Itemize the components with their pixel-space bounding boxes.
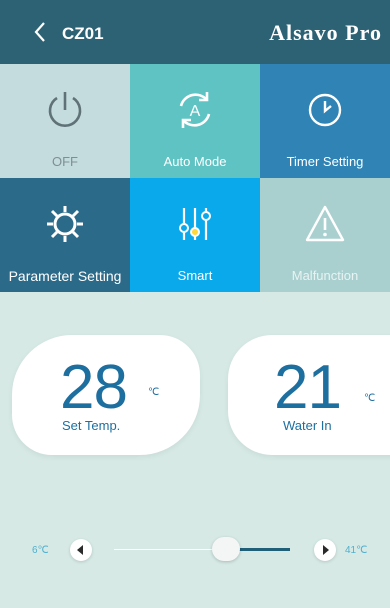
malfunction-tile[interactable]: Malfunction — [260, 178, 390, 292]
temp-slider-track[interactable] — [114, 549, 226, 550]
back-icon[interactable] — [28, 18, 56, 46]
smart-label: Smart — [177, 268, 213, 283]
water-in-unit: ℃ — [364, 393, 376, 404]
slider-min-label: 6℃ — [32, 545, 49, 556]
auto-mode-tile[interactable]: A Auto Mode — [130, 64, 260, 178]
decrease-temp-button[interactable] — [70, 539, 92, 561]
off-tile[interactable]: OFF — [0, 64, 130, 178]
slider-max-label: 41℃ — [345, 545, 368, 556]
increase-temp-button[interactable] — [314, 539, 336, 561]
right-arrow-icon — [323, 545, 329, 555]
gear-icon — [0, 202, 130, 246]
parameter-setting-label: Parameter Setting — [8, 268, 122, 284]
malfunction-label: Malfunction — [291, 268, 359, 283]
parameter-setting-tile[interactable]: Parameter Setting — [0, 178, 130, 292]
timer-setting-tile[interactable]: Timer Setting — [260, 64, 390, 178]
mode-grid: OFF A Auto Mode Timer Setting Parameter … — [0, 64, 390, 292]
set-temp-unit: ℃ — [148, 387, 160, 398]
temp-slider-thumb[interactable] — [212, 537, 240, 561]
svg-text:A: A — [190, 103, 201, 120]
set-temp-value: 28 — [60, 353, 128, 422]
water-in-value: 21 — [274, 353, 342, 422]
smart-tile[interactable]: Smart — [130, 178, 260, 292]
set-temp-label: Set Temp. — [62, 418, 121, 433]
device-name: CZ01 — [62, 24, 104, 43]
power-icon — [0, 88, 130, 132]
clock-icon — [260, 88, 390, 132]
water-in-label: Water In — [283, 418, 332, 433]
set-temp-card[interactable]: 28 ℃ Set Temp. — [12, 335, 200, 455]
water-in-card: 21 ℃ Water In — [228, 335, 390, 455]
brand-title: Alsavo Pro — [269, 20, 382, 45]
app-header: CZ01 Alsavo Pro — [0, 0, 390, 64]
warning-icon — [260, 202, 390, 246]
sliders-icon — [130, 202, 260, 246]
off-label: OFF — [52, 154, 78, 169]
timer-setting-label: Timer Setting — [286, 154, 364, 169]
auto-mode-icon: A — [130, 88, 260, 132]
auto-mode-label: Auto Mode — [163, 154, 227, 169]
left-arrow-icon — [77, 545, 83, 555]
